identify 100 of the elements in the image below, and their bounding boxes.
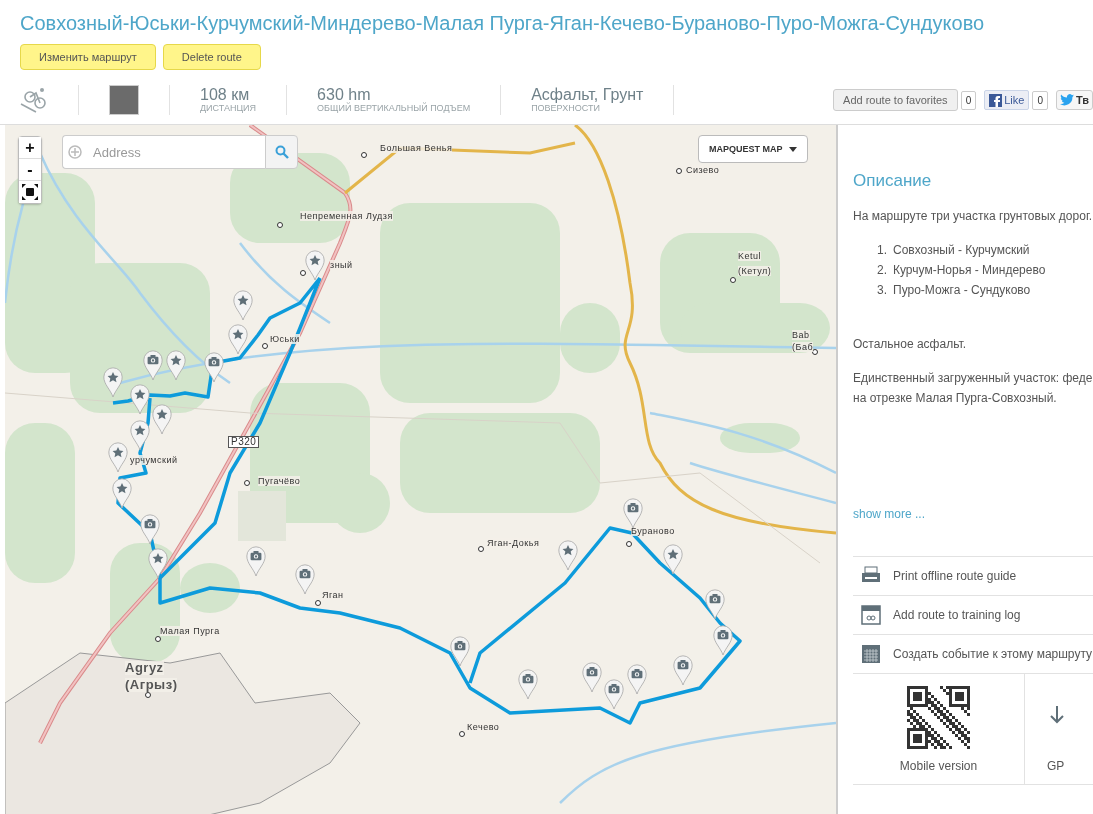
- map-type-dropdown[interactable]: MAPQUEST MAP: [698, 135, 808, 163]
- place-label: Большая Венья: [380, 143, 453, 153]
- camera-pin-icon[interactable]: [713, 624, 733, 656]
- search-button[interactable]: [265, 135, 298, 169]
- star-pin-icon[interactable]: [233, 289, 253, 321]
- place-label: Яган: [322, 590, 344, 600]
- route-edit-button[interactable]: Изменить маршрут: [20, 44, 156, 70]
- favorites-count: 0: [960, 90, 977, 110]
- place-label: зный: [330, 260, 353, 270]
- address-field[interactable]: Address: [62, 135, 265, 169]
- tweet-button[interactable]: Тв: [1055, 90, 1093, 110]
- description-text: Единственный загруженный участок: феде на отрезке Малая Пурга-Совхозный.: [853, 370, 1093, 407]
- star-pin-icon[interactable]: [558, 539, 578, 571]
- camera-pin-icon[interactable]: [518, 668, 538, 700]
- place-dot: [262, 343, 268, 349]
- place-dot: [300, 270, 306, 276]
- star-pin-icon[interactable]: [663, 543, 683, 575]
- description-text: На маршруте три участка грунтовых дорог.: [853, 208, 1093, 225]
- place-dot: [676, 168, 682, 174]
- search-icon: [274, 145, 289, 159]
- camera-pin-icon[interactable]: [140, 513, 160, 545]
- place-dot: [478, 546, 484, 552]
- camera-pin-icon[interactable]: [623, 497, 643, 529]
- place-dot: [244, 480, 250, 486]
- gps-label: GP: [1047, 758, 1065, 773]
- like-button[interactable]: Like: [984, 90, 1030, 110]
- place-label: Agryz: [125, 661, 164, 675]
- list-item-text: Совхозный - Курчумский: [893, 242, 1030, 259]
- place-dot: [315, 600, 321, 606]
- place-label: Сизево: [686, 165, 720, 175]
- crosshair-icon: [68, 145, 82, 159]
- place-dot: [730, 277, 736, 283]
- place-label: Ketul: [738, 251, 761, 261]
- star-pin-icon[interactable]: [166, 349, 186, 381]
- star-pin-icon[interactable]: [103, 366, 123, 398]
- stat-value: Асфальт, Грунт: [531, 87, 644, 103]
- stat-value: 630 hm: [317, 87, 371, 103]
- star-pin-icon[interactable]: [108, 441, 128, 473]
- sidebar-action-link[interactable]: Add route to training log: [853, 596, 1093, 635]
- sidebar-action-link[interactable]: Print offline route guide: [853, 557, 1093, 596]
- field-area: [238, 491, 286, 541]
- place-dot: [155, 636, 161, 642]
- camera-pin-icon[interactable]: [246, 545, 266, 577]
- stat-value: 108 км: [200, 87, 251, 103]
- list-number: 2.: [877, 262, 887, 279]
- list-number: 3.: [877, 282, 887, 299]
- stat-label: ПОВЕРХНОСТИ: [531, 103, 601, 113]
- place-label: Непременная Лудзя: [300, 211, 393, 221]
- like-count: 0: [1032, 90, 1048, 110]
- camera-pin-icon[interactable]: [604, 678, 624, 710]
- camera-pin-icon[interactable]: [627, 663, 647, 695]
- fullscreen-button[interactable]: [19, 181, 41, 203]
- route-line[interactable]: [111, 276, 742, 725]
- star-pin-icon[interactable]: [112, 477, 132, 509]
- star-pin-icon[interactable]: [305, 249, 325, 281]
- list-number: 1.: [877, 242, 887, 259]
- description-text: Остальное асфальт.: [853, 336, 967, 353]
- place-label: Яган-Докья: [487, 538, 540, 548]
- bird-icon: [1059, 94, 1074, 106]
- cyclist-icon: [20, 87, 48, 113]
- camera-pin-icon[interactable]: [450, 635, 470, 667]
- place-label: (Агрыз): [125, 678, 178, 692]
- star-pin-icon[interactable]: [152, 403, 172, 435]
- star-pin-icon[interactable]: [148, 547, 168, 579]
- camera-pin-icon[interactable]: [582, 661, 602, 693]
- camera-pin-icon[interactable]: [295, 563, 315, 595]
- camera-pin-icon[interactable]: [673, 654, 693, 686]
- place-label: Малая Пурга: [160, 626, 220, 636]
- caret-icon: [788, 146, 797, 152]
- place-dot: [812, 349, 818, 355]
- place-label: Bab: [792, 330, 810, 340]
- star-pin-icon[interactable]: [228, 323, 248, 355]
- road-number: Р320: [228, 436, 260, 448]
- f-logo-icon: [989, 93, 1003, 107]
- place-label: Кечево: [467, 722, 500, 732]
- place-dot: [277, 222, 283, 228]
- place-label: Юськи: [270, 334, 300, 344]
- camera-pin-icon[interactable]: [705, 588, 725, 620]
- stat-label: ОБЩИЙ ВЕРТИКАЛЬНЫЙ ПОДЪЕМ: [317, 103, 471, 113]
- list-item-text: Пуро-Можга - Сундуково: [893, 282, 1031, 299]
- sidebar-action-link[interactable]: Создать событие к этому маршруту: [853, 635, 1093, 674]
- star-pin-icon[interactable]: [130, 383, 150, 415]
- avatar-photo-placeholder[interactable]: [109, 85, 139, 115]
- zoom-in-button[interactable]: +: [19, 137, 41, 159]
- camera-pin-icon[interactable]: [204, 351, 224, 383]
- star-pin-icon[interactable]: [130, 419, 150, 451]
- place-label: (Кетул): [738, 266, 772, 276]
- qr-code-icon[interactable]: [907, 685, 970, 749]
- delete-route-button[interactable]: Delete route: [162, 44, 261, 70]
- description-heading: Описание: [853, 170, 932, 192]
- calendar-icon: [861, 644, 881, 664]
- place-label: Бураново: [631, 526, 675, 536]
- calendar-bike-icon: [861, 605, 881, 625]
- stat-label: ДИСТАНЦИЯ: [200, 103, 257, 113]
- zoom-out-button[interactable]: -: [19, 159, 41, 181]
- place-label: урчумский: [130, 455, 178, 465]
- add-to-favorites-button[interactable]: Add route to favorites: [833, 89, 958, 111]
- place-dot: [459, 731, 465, 737]
- camera-pin-icon[interactable]: [143, 349, 163, 381]
- route-title: Совхозный-Юськи-Курчумский-Миндерево-Малая Пурга-Яган-Кечево-Бураново-Пуро-Можга-Сундуково: [19, 11, 985, 36]
